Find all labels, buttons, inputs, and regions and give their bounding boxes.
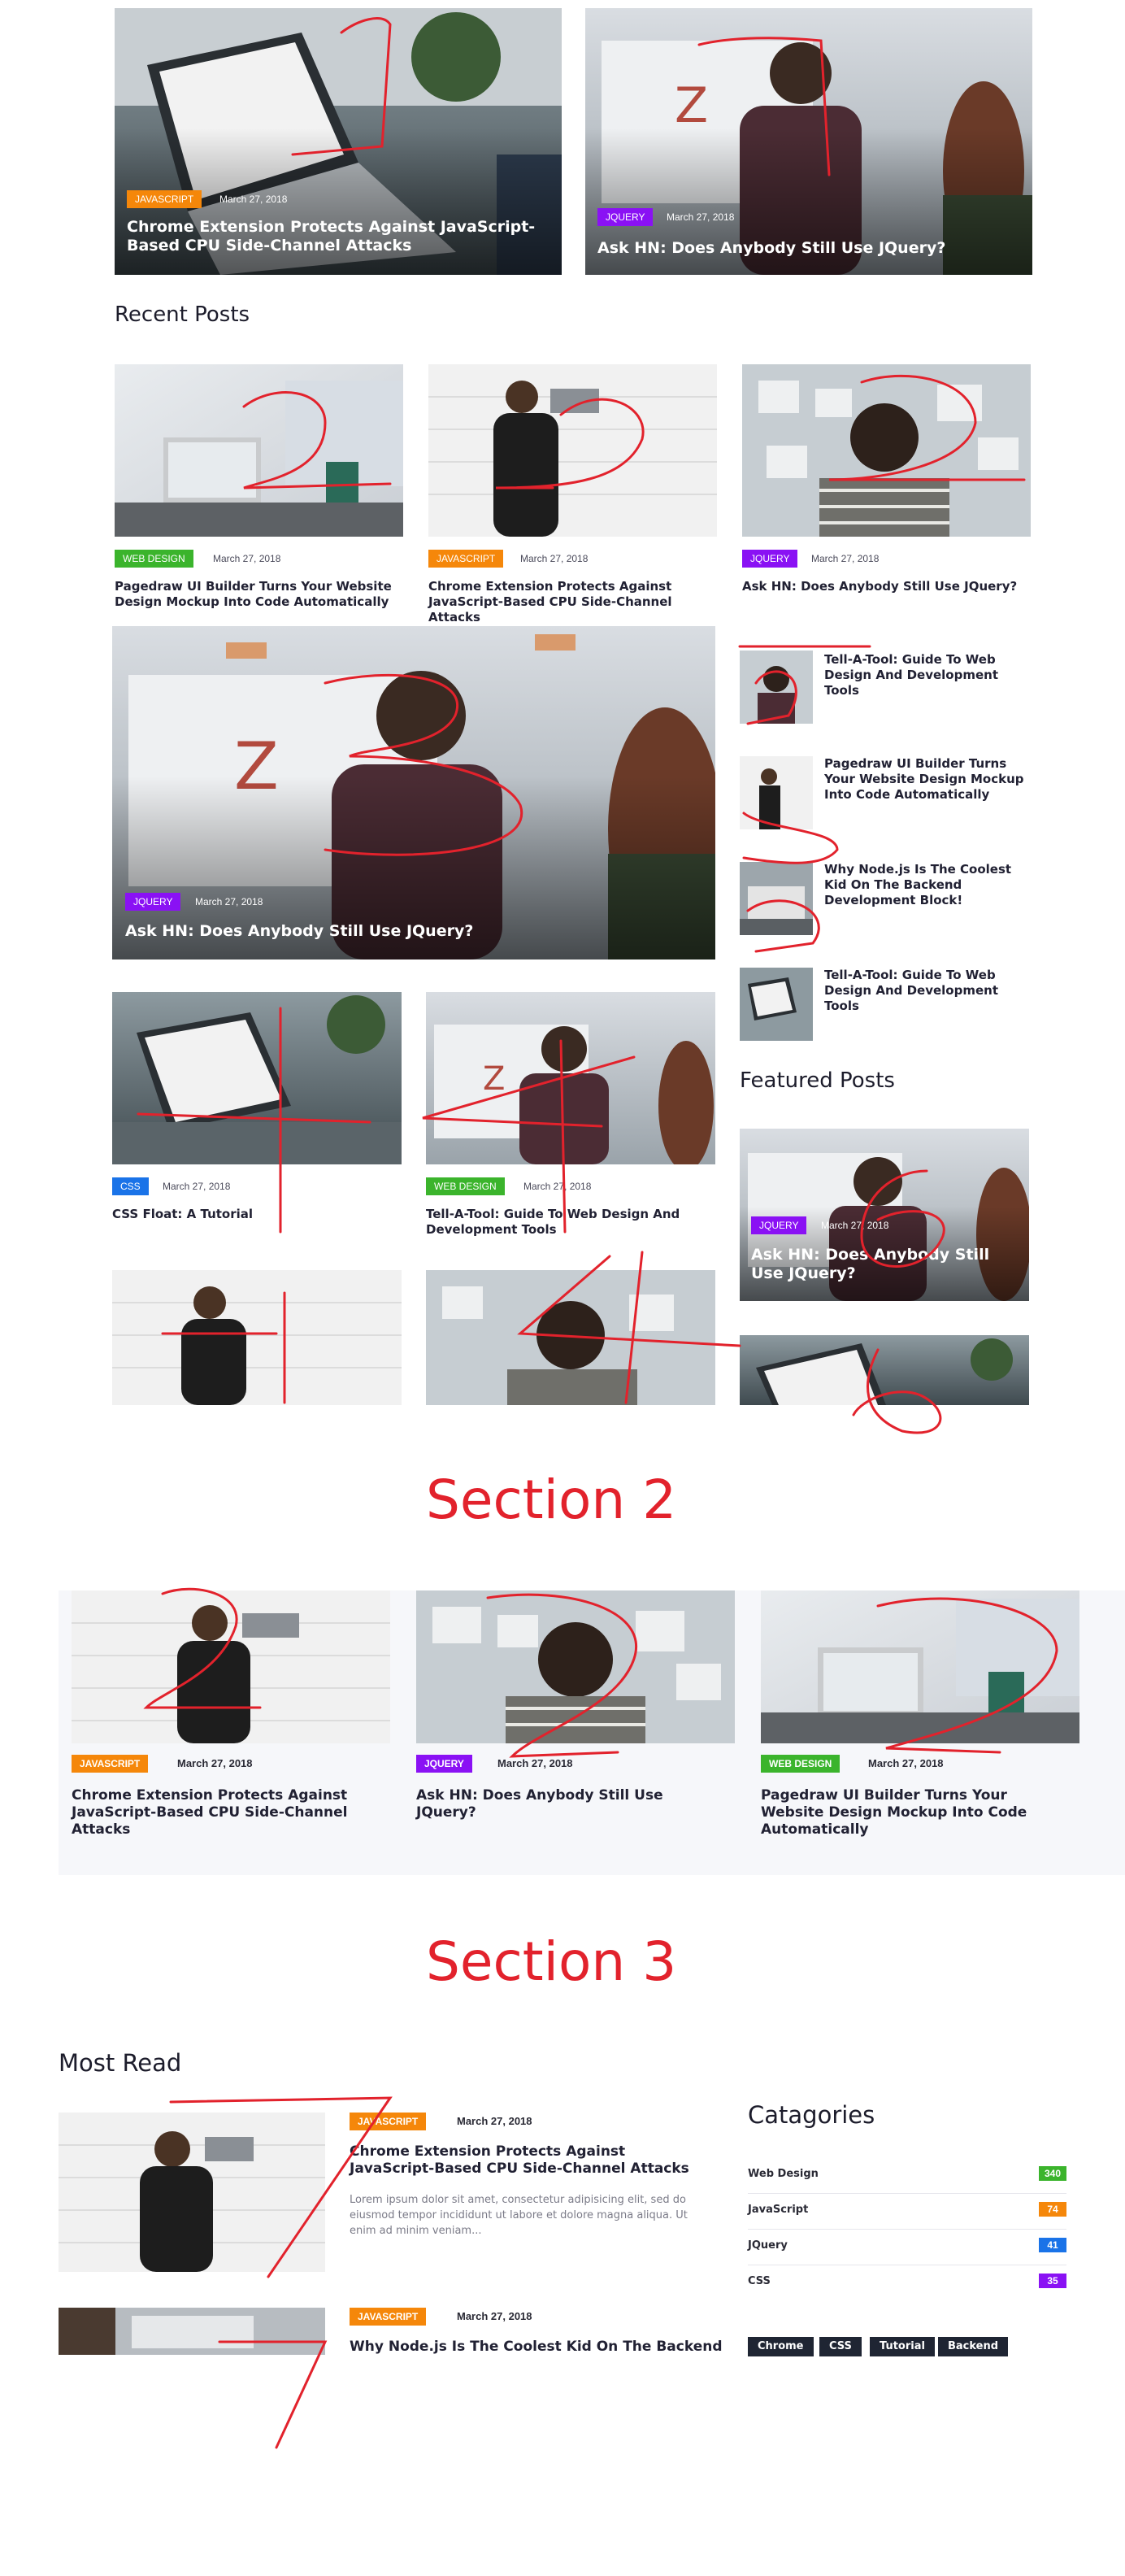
bottom-1-image[interactable] [112,1270,402,1405]
side-3-title[interactable]: Why Node.js Is The Coolest Kid On The Ba… [824,862,1027,908]
sect2-2-title[interactable]: Ask HN: Does Anybody Still Use JQuery? [416,1787,725,1821]
sect2-1-category-badge[interactable]: JAVASCRIPT [72,1755,149,1773]
hero-1-category-badge[interactable]: JAVASCRIPT [127,190,202,208]
category-name: JavaScript [748,2204,809,2216]
side-2-title[interactable]: Pagedraw UI Builder Turns Your Website D… [824,756,1036,803]
hero-2-category-badge[interactable]: JQUERY [597,208,654,226]
recent-3-title[interactable]: Ask HN: Does Anybody Still Use JQuery? [742,579,1031,594]
recent-big-title[interactable]: Ask HN: Does Anybody Still Use JQuery? [125,922,694,941]
svg-text:Z: Z [483,1060,505,1098]
recent-big-category-badge[interactable]: JQUERY [125,893,181,911]
hero-2-date: March 27, 2018 [667,211,735,223]
sect2-2-image[interactable] [416,1590,735,1743]
featured-posts-heading: Featured Posts [740,1068,895,1093]
sect2-3-title[interactable]: Pagedraw UI Builder Turns Your Website D… [761,1787,1070,1838]
hero-1-date: March 27, 2018 [219,194,288,205]
sect2-2-date: March 27, 2018 [497,1757,573,1769]
mid-2-date: March 27, 2018 [523,1181,592,1192]
tag-backend[interactable]: Backend [938,2337,1009,2356]
tag-tutorial[interactable]: Tutorial [870,2337,935,2356]
category-count: 35 [1039,2274,1066,2288]
recent-2-category-badge[interactable]: JAVASCRIPT [428,550,504,568]
featured-title[interactable]: Ask HN: Does Anybody Still Use JQuery? [751,1246,1019,1283]
tag-css[interactable]: CSS [819,2337,862,2356]
category-count: 74 [1039,2202,1066,2217]
side-1-thumb[interactable] [740,651,813,724]
category-row-web-design[interactable]: Web Design 340 [748,2158,1066,2194]
most-read-heading: Most Read [59,2049,182,2077]
tag-chrome[interactable]: Chrome [748,2337,814,2356]
recent-3-category-badge[interactable]: JQUERY [742,550,798,568]
side-2-thumb[interactable] [740,756,813,829]
mid-1-title[interactable]: CSS Float: A Tutorial [112,1207,402,1222]
mid-2-title[interactable]: Tell-A-Tool: Guide To Web Design And Dev… [426,1207,715,1238]
most-read-2-date: March 27, 2018 [457,2310,532,2322]
category-name: Web Design [748,2168,819,2180]
recent-posts-heading: Recent Posts [115,302,250,327]
sect2-1-image[interactable] [72,1590,390,1743]
most-read-1-image[interactable] [59,2113,325,2272]
recent-1-image[interactable] [115,364,403,537]
category-name: JQuery [748,2239,788,2252]
mid-2-category-badge[interactable]: WEB DESIGN [426,1177,505,1195]
sect2-3-category-badge[interactable]: WEB DESIGN [761,1755,840,1773]
side-1-title[interactable]: Tell-A-Tool: Guide To Web Design And Dev… [824,652,1027,698]
side-4-title[interactable]: Tell-A-Tool: Guide To Web Design And Dev… [824,968,1027,1014]
featured-date: March 27, 2018 [821,1220,889,1231]
most-read-2-image[interactable] [59,2308,325,2355]
recent-2-date: March 27, 2018 [520,553,589,564]
hero-2-title[interactable]: Ask HN: Does Anybody Still Use JQuery? [597,239,1020,258]
category-count: 41 [1039,2238,1066,2252]
bottom-2-image[interactable] [426,1270,715,1405]
featured-2-image[interactable] [740,1335,1029,1405]
sect2-3-date: March 27, 2018 [868,1757,944,1769]
recent-1-date: March 27, 2018 [213,553,281,564]
recent-2-image[interactable] [428,364,717,537]
most-read-1-excerpt: Lorem ipsum dolor sit amet, consectetur … [350,2194,688,2237]
most-read-1-title[interactable]: Chrome Extension Protects Against JavaSc… [350,2143,707,2178]
recent-1-category-badge[interactable]: WEB DESIGN [115,550,193,568]
most-read-2-title[interactable]: Why Node.js Is The Coolest Kid On The Ba… [350,2339,732,2356]
most-read-1-category-badge[interactable]: JAVASCRIPT [350,2113,427,2130]
sect2-1-title[interactable]: Chrome Extension Protects Against JavaSc… [72,1787,380,1838]
recent-1-title[interactable]: Pagedraw UI Builder Turns Your Website D… [115,579,403,610]
side-4-thumb[interactable] [740,968,813,1041]
categories-heading: Catagories [748,2101,875,2129]
mid-2-image[interactable]: Z [426,992,715,1164]
mid-1-date: March 27, 2018 [163,1181,231,1192]
most-read-2-category-badge[interactable]: JAVASCRIPT [350,2308,427,2326]
category-row-jquery[interactable]: JQuery 41 [748,2230,1066,2265]
category-row-css[interactable]: CSS 35 [748,2265,1066,2301]
mid-1-category-badge[interactable]: CSS [112,1177,149,1195]
mid-1-image[interactable] [112,992,402,1164]
most-read-1-date: March 27, 2018 [457,2115,532,2127]
side-3-thumb[interactable] [740,862,813,935]
section-3-annotation: Section 3 [426,1930,677,1993]
sect2-3-image[interactable] [761,1590,1079,1743]
hero-image-whiteboard[interactable]: Z [585,8,1032,275]
recent-big-date: March 27, 2018 [195,896,263,907]
category-row-javascript[interactable]: JavaScript 74 [748,2194,1066,2230]
category-count: 340 [1039,2166,1066,2181]
recent-2-title[interactable]: Chrome Extension Protects Against JavaSc… [428,579,717,625]
recent-3-date: March 27, 2018 [811,553,880,564]
sect2-2-category-badge[interactable]: JQUERY [416,1755,472,1773]
category-name: CSS [748,2275,771,2287]
hero-1-title[interactable]: Chrome Extension Protects Against JavaSc… [127,218,549,255]
sect2-1-date: March 27, 2018 [177,1757,253,1769]
section-2-annotation: Section 2 [426,1469,677,1531]
featured-category-badge[interactable]: JQUERY [751,1216,807,1234]
recent-3-image[interactable] [742,364,1031,537]
